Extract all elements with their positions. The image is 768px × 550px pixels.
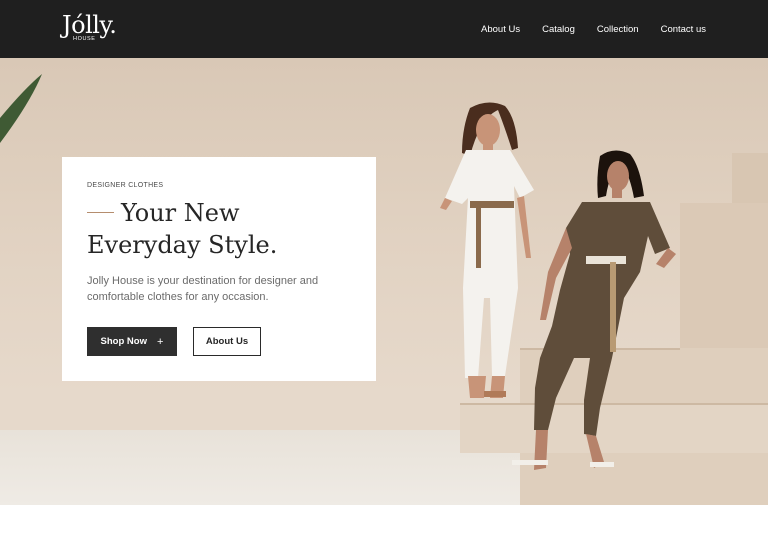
nav-link-collection[interactable]: Collection xyxy=(597,24,639,35)
nav-link-catalog[interactable]: Catalog xyxy=(542,24,575,35)
headline-line-1: Your New xyxy=(121,199,240,227)
about-us-button[interactable]: About Us xyxy=(193,327,261,356)
logo-wordmark: Jólly. xyxy=(62,11,117,39)
about-us-label: About Us xyxy=(205,336,249,347)
hero-description: Jolly House is your destination for desi… xyxy=(87,275,319,303)
model-white-jumpsuit-image xyxy=(440,102,534,398)
hero-eyebrow: DESIGNER CLOTHES xyxy=(87,182,164,189)
headline-line-2: Everyday Style. xyxy=(87,231,278,259)
brand-logo[interactable]: Jólly. HOUSE xyxy=(62,11,117,42)
plant-leaf-image xyxy=(0,74,42,143)
hero-banner: DESIGNER CLOTHES Your New Everyday Style… xyxy=(0,58,768,505)
accent-dash xyxy=(87,211,114,214)
site-header: Jólly. HOUSE About Us Catalog Collection… xyxy=(0,0,768,58)
main-nav: About Us Catalog Collection Contact us xyxy=(481,0,706,58)
shop-now-button[interactable]: Shop Now + xyxy=(87,327,177,356)
logo-subtitle: HOUSE xyxy=(73,36,96,42)
shop-now-label: Shop Now xyxy=(100,336,147,347)
hero-headline: Your New Everyday Style. xyxy=(87,197,367,261)
plus-icon: + xyxy=(157,335,164,348)
nav-link-about-us[interactable]: About Us xyxy=(481,24,520,35)
hero-card: DESIGNER CLOTHES Your New Everyday Style… xyxy=(62,157,376,381)
nav-link-contact-us[interactable]: Contact us xyxy=(661,24,706,35)
